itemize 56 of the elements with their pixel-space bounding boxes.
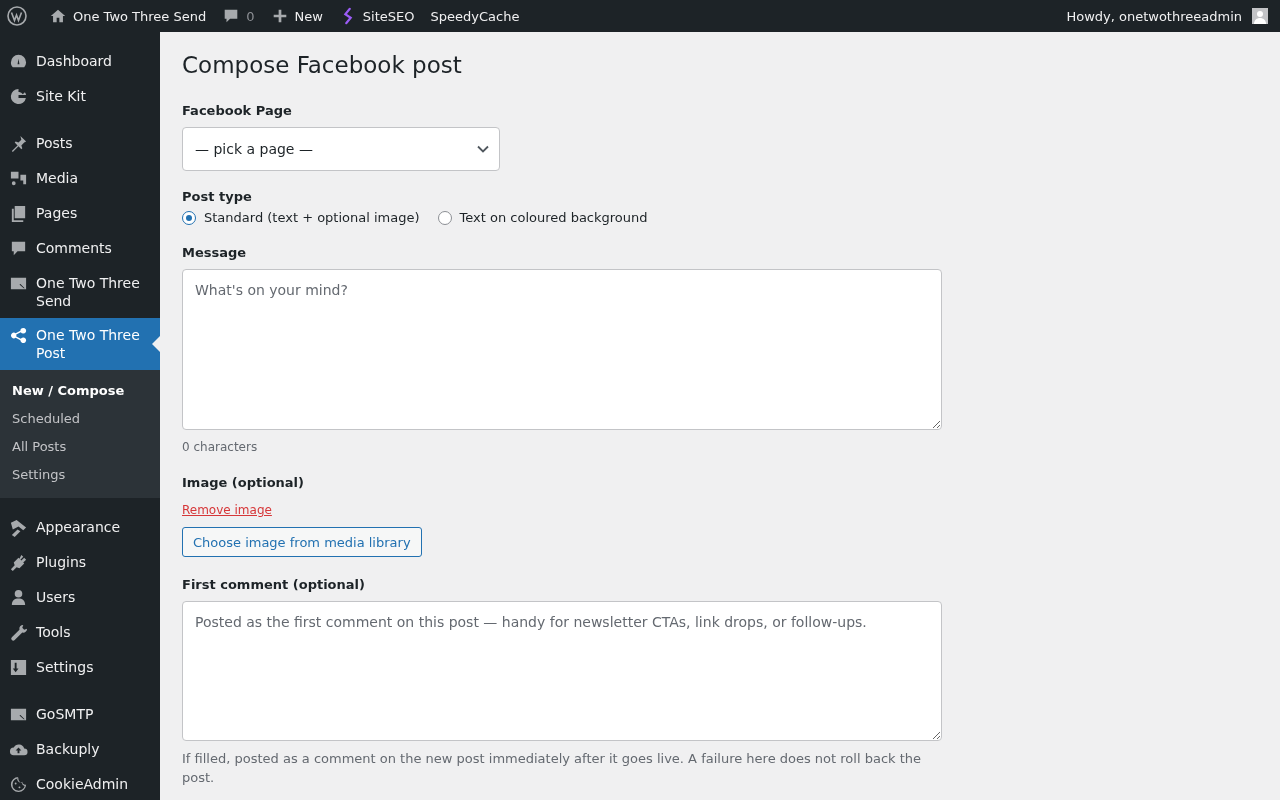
field-label: First comment (optional): [182, 577, 366, 593]
first-comment-field[interactable]: Posted as the first comment on this post — handy for newsletter CTAs, link drops, or follow-ups.: [182, 601, 942, 741]
submenu-item[interactable]: Settings: [0, 461, 160, 489]
pages-icon: [9, 204, 28, 223]
wordpress-logo-icon[interactable]: [7, 6, 27, 26]
field-label: Post type: [182, 189, 253, 205]
remove-image-link[interactable]: Remove image: [182, 503, 272, 517]
avatar-icon: [1252, 8, 1268, 24]
menu-item[interactable]: Media: [0, 161, 160, 196]
menu-item[interactable]: Tools: [0, 615, 160, 650]
admin-bar-link[interactable]: 0: [214, 0, 263, 32]
cookie-icon: [9, 775, 28, 794]
menu-item[interactable]: Pages: [0, 196, 160, 231]
menu-item[interactable]: Appearance: [0, 510, 160, 545]
choose-image-button[interactable]: Choose image from media library: [182, 527, 422, 557]
radio-button[interactable]: [182, 210, 196, 225]
admin-bar-link[interactable]: SpeedyCache: [422, 0, 528, 32]
character-count: 0 characters: [182, 440, 259, 454]
menu-item[interactable]: CookieAdmin: [0, 767, 160, 800]
menu-item[interactable]: Settings: [0, 650, 160, 685]
menu-item[interactable]: Users: [0, 580, 160, 615]
radio-label: Standard (text + optional image): [204, 210, 420, 225]
submenu-item[interactable]: Scheduled: [0, 405, 160, 433]
field-label: Message: [182, 245, 248, 261]
field-label: Image (optional): [182, 475, 305, 491]
admin-bar-link[interactable]: SiteSEO: [330, 0, 423, 32]
user-icon: [9, 588, 28, 607]
account-link[interactable]: Howdy, onetwothreeadmin: [1058, 0, 1250, 32]
menu-item[interactable]: GoSMTP: [0, 697, 160, 732]
wrench-icon: [9, 623, 28, 642]
menu-item[interactable]: Dashboard: [0, 44, 160, 79]
submenu-item[interactable]: All Posts: [0, 433, 160, 461]
menu-item[interactable]: Posts: [0, 126, 160, 161]
media-icon: [9, 169, 28, 188]
admin-bar-link[interactable]: One Two Three Send: [41, 0, 215, 32]
plug-icon: [9, 553, 28, 572]
submenu-item[interactable]: New / Compose: [0, 377, 160, 405]
menu-item[interactable]: One Two Three Send: [0, 266, 160, 318]
menu-item[interactable]: One Two Three Post: [0, 318, 160, 370]
radio-label: Text on coloured background: [459, 210, 648, 225]
home-icon: [49, 7, 67, 25]
page-select[interactable]: — pick a page —: [182, 127, 500, 171]
page-title: Compose Facebook post: [182, 51, 463, 80]
menu-item[interactable]: Comments: [0, 231, 160, 266]
message-field[interactable]: What's on your mind?: [182, 269, 942, 430]
admin-bar-link[interactable]: New: [262, 0, 331, 32]
help-text: If filled, posted as a comment on the new post immediately after it goes live. A failure here does not roll back the post.: [182, 750, 923, 787]
pin-icon: [9, 134, 28, 153]
chevron-down-icon: [477, 145, 489, 153]
menu-item[interactable]: Backuply: [0, 732, 160, 767]
share-icon: [9, 326, 28, 345]
menu-item[interactable]: Plugins: [0, 545, 160, 580]
radio-button[interactable]: [437, 210, 452, 225]
current-pointer-icon: [152, 336, 160, 352]
field-label: Facebook Page: [182, 103, 293, 119]
menu-item[interactable]: Site Kit: [0, 79, 160, 114]
